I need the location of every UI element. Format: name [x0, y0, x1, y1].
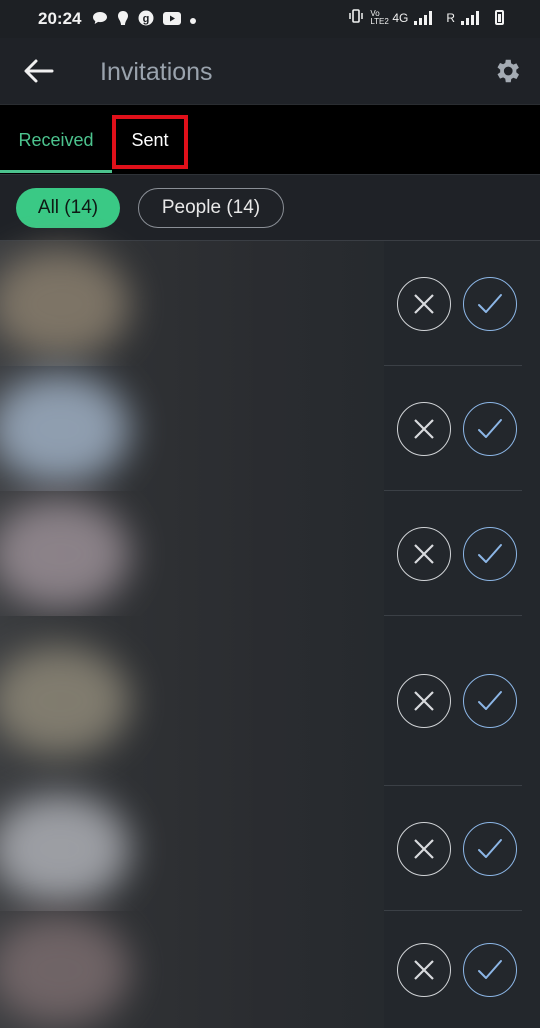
- network-label: 4G: [392, 10, 409, 25]
- accept-button[interactable]: [463, 276, 517, 331]
- decline-button[interactable]: [397, 674, 451, 728]
- filter-chip-all[interactable]: All (14): [16, 188, 120, 228]
- signal-1-icon: [414, 10, 433, 25]
- check-icon: [478, 691, 502, 710]
- close-icon: [414, 293, 434, 314]
- g-icon: g: [138, 10, 154, 30]
- avatar: [0, 373, 130, 484]
- tab-bar: Received Sent: [0, 104, 540, 175]
- close-icon: [414, 838, 434, 859]
- gear-icon: [497, 59, 519, 83]
- avatar: [0, 248, 130, 359]
- decline-button[interactable]: [397, 401, 451, 456]
- accept-button[interactable]: [463, 401, 517, 456]
- decline-button[interactable]: [397, 526, 451, 581]
- invitation-row: [0, 786, 540, 911]
- invitation-list: [0, 240, 540, 1028]
- highlight-box: [112, 115, 188, 169]
- blurred-profile[interactable]: [0, 366, 384, 491]
- svg-text:g: g: [143, 13, 150, 25]
- youtube-icon: [163, 11, 181, 29]
- back-button[interactable]: [22, 56, 56, 86]
- status-time: 20:24: [38, 9, 82, 28]
- page-title: Invitations: [100, 58, 213, 86]
- avatar: [0, 914, 130, 1025]
- avatar: [0, 646, 130, 756]
- status-indicators: Vo LTE2 4G R: [348, 9, 504, 26]
- invitation-row: [0, 241, 540, 366]
- blurred-profile[interactable]: [0, 911, 384, 1028]
- check-icon: [478, 838, 502, 858]
- decline-button[interactable]: [397, 276, 451, 331]
- volte-label: Vo LTE2: [370, 8, 389, 26]
- accept-button[interactable]: [463, 526, 517, 581]
- check-icon: [478, 959, 502, 979]
- shield-icon: [117, 10, 129, 30]
- decline-button[interactable]: [397, 942, 451, 997]
- filter-chip-people[interactable]: People (14): [138, 188, 284, 228]
- dot-icon: [190, 12, 196, 28]
- blurred-profile[interactable]: [0, 616, 384, 786]
- invitation-row: [0, 366, 540, 491]
- check-icon: [478, 543, 502, 563]
- notification-icons: g: [92, 10, 196, 30]
- accept-button[interactable]: [463, 821, 517, 876]
- blurred-profile[interactable]: [0, 491, 384, 616]
- blurred-profile[interactable]: [0, 241, 384, 366]
- tab-received-label: Received: [18, 129, 94, 150]
- decline-button[interactable]: [397, 821, 451, 876]
- signal-2-icon: [461, 10, 479, 25]
- close-icon: [414, 691, 434, 711]
- tab-indicator: [0, 170, 112, 173]
- check-icon: [478, 418, 502, 438]
- tab-received[interactable]: Received: [0, 105, 112, 175]
- roaming-label: R: [446, 10, 455, 25]
- invitation-row: [0, 491, 540, 616]
- filter-bar: All (14) People (14): [0, 174, 540, 241]
- vibrate-icon: [348, 9, 364, 26]
- avatar: [0, 498, 130, 609]
- avatar: [0, 793, 130, 904]
- back-arrow-icon: [24, 59, 54, 83]
- close-icon: [414, 959, 434, 980]
- message-icon: [92, 11, 108, 29]
- invitation-row: [0, 616, 540, 786]
- close-icon: [414, 543, 434, 564]
- invitation-row: [0, 911, 540, 1028]
- accept-button[interactable]: [463, 674, 517, 728]
- blurred-profile[interactable]: [0, 786, 384, 911]
- accept-button[interactable]: [463, 942, 517, 997]
- check-icon: [478, 293, 502, 313]
- settings-button[interactable]: [492, 56, 522, 86]
- app-bar: Invitations: [0, 38, 540, 104]
- battery-icon: [495, 10, 504, 25]
- close-icon: [414, 418, 434, 439]
- status-bar: 20:24 g Vo LTE2 4G R: [0, 0, 540, 38]
